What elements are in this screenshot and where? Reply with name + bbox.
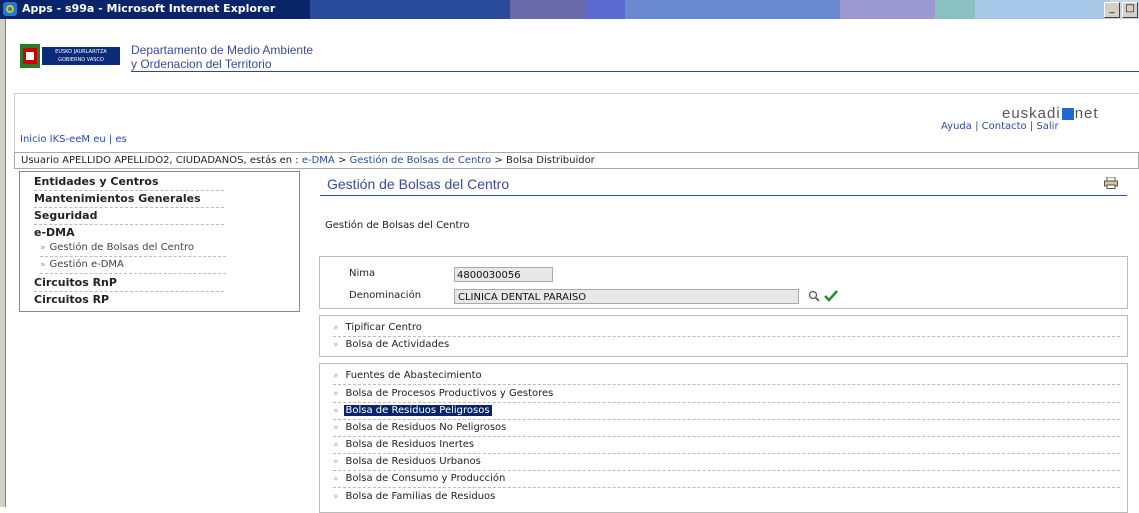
- sidebar-menu: Entidades y Centros Mantenimientos Gener…: [19, 171, 300, 312]
- gobierno-vasco-logo[interactable]: EUSKO JAURLARITZA GOBIERNO VASCO: [42, 47, 120, 65]
- sidebar-subitem-gestion-bolsas[interactable]: » Gestión de Bolsas del Centro: [40, 240, 226, 257]
- window-title: Apps - s99a - Microsoft Internet Explore…: [22, 2, 276, 15]
- link-label: Bolsa de Residuos Inertes: [345, 439, 475, 450]
- window-left-border: [0, 19, 6, 507]
- link-label: Bolsa de Residuos Urbanos: [345, 456, 481, 467]
- link-separator: |: [971, 121, 982, 132]
- chevron-right-icon: »: [333, 457, 339, 467]
- sidebar-subitem-gestion-edma[interactable]: » Gestión e-DMA: [40, 257, 226, 274]
- link-label: Bolsa de Residuos No Peligrosos: [345, 422, 507, 433]
- sidebar-item-entidades[interactable]: Entidades y Centros: [34, 174, 224, 191]
- breadcrumb-current: Bolsa Distribuidor: [505, 155, 595, 166]
- breadcrumb-link-edma[interactable]: e-DMA: [302, 155, 335, 166]
- sidebar-item-circuitos-rnp[interactable]: Circuitos RnP: [34, 275, 224, 292]
- chevron-right-icon: »: [40, 243, 46, 253]
- link-label: Bolsa de Residuos Peligrosos: [343, 405, 492, 416]
- link-label: Bolsa de Procesos Productivos y Gestores: [345, 388, 554, 399]
- top-right-links: Ayuda | Contacto | Salir: [941, 121, 1059, 132]
- sidebar-item-edma[interactable]: e-DMA: [34, 225, 224, 241]
- ie-icon: [3, 2, 17, 16]
- maximize-button[interactable]: □: [1122, 2, 1138, 18]
- chevron-right-icon: »: [333, 474, 339, 484]
- link-label: Fuentes de Abastecimiento: [345, 370, 482, 381]
- breadcrumb-separator: >: [491, 155, 506, 166]
- sidebar-item-circuitos-rp[interactable]: Circuitos RP: [34, 292, 224, 308]
- link-bolsa-familias[interactable]: » Bolsa de Familias de Residuos: [333, 489, 1120, 505]
- chevron-right-icon: »: [333, 323, 339, 333]
- sidebar-subitem-label: Gestión e-DMA: [49, 259, 124, 270]
- contacto-link[interactable]: Contacto: [982, 121, 1027, 132]
- breadcrumb-user-text: Usuario APELLIDO APELLIDO2, CIUDADANOS, …: [21, 155, 302, 166]
- chevron-right-icon: »: [333, 406, 339, 416]
- link-label: Bolsa de Familias de Residuos: [345, 491, 496, 502]
- department-name-line2: y Ordenacion del Territorio: [131, 57, 272, 71]
- chevron-right-icon: »: [333, 371, 339, 381]
- title-divider: [320, 195, 1127, 196]
- link-bolsa-residuos-peligrosos[interactable]: » Bolsa de Residuos Peligrosos: [333, 403, 1120, 420]
- nima-field[interactable]: 4800030056: [454, 267, 553, 282]
- section-subtitle: Gestión de Bolsas del Centro: [325, 220, 470, 231]
- link-separator: |: [1026, 121, 1037, 132]
- check-icon[interactable]: [824, 290, 838, 302]
- link-label: Bolsa de Consumo y Producción: [345, 473, 506, 484]
- chevron-right-icon: »: [333, 340, 339, 350]
- basque-shield-logo-icon: [20, 44, 40, 68]
- link-bolsa-residuos-urbanos[interactable]: » Bolsa de Residuos Urbanos: [333, 454, 1120, 471]
- sidebar-item-mantenimientos[interactable]: Mantenimientos Generales: [34, 191, 224, 208]
- chevron-right-icon: »: [333, 389, 339, 399]
- page-title: Gestión de Bolsas del Centro: [327, 176, 510, 192]
- minimize-button[interactable]: _: [1104, 2, 1120, 18]
- link-label: Bolsa de Actividades: [345, 339, 450, 350]
- ayuda-link[interactable]: Ayuda: [941, 121, 972, 132]
- print-icon[interactable]: [1104, 177, 1118, 189]
- link-tipificar-centro[interactable]: » Tipificar Centro: [333, 320, 1120, 337]
- sidebar-item-seguridad[interactable]: Seguridad: [34, 208, 224, 225]
- window-title-bar[interactable]: Apps - s99a - Microsoft Internet Explore…: [0, 0, 1139, 19]
- link-fuentes-abastecimiento[interactable]: » Fuentes de Abastecimiento: [333, 368, 1120, 385]
- search-icon[interactable]: [808, 290, 820, 302]
- nima-label: Nima: [349, 268, 376, 279]
- link-bolsa-residuos-inertes[interactable]: » Bolsa de Residuos Inertes: [333, 437, 1120, 454]
- link-bolsa-actividades[interactable]: » Bolsa de Actividades: [333, 337, 1120, 353]
- breadcrumb-link-gestion-bolsas[interactable]: Gestión de Bolsas de Centro: [350, 155, 492, 166]
- chevron-right-icon: »: [333, 440, 339, 450]
- link-bolsa-procesos[interactable]: » Bolsa de Procesos Productivos y Gestore…: [333, 386, 1120, 403]
- link-bolsa-consumo[interactable]: » Bolsa de Consumo y Producción: [333, 471, 1120, 488]
- department-name-line1: Departamento de Medio Ambiente: [131, 43, 314, 57]
- breadcrumb-separator: >: [334, 155, 350, 166]
- header-divider: [131, 71, 1139, 72]
- salir-link[interactable]: Salir: [1036, 121, 1058, 132]
- breadcrumb: Usuario APELLIDO APELLIDO2, CIUDADANOS, …: [14, 152, 1139, 169]
- sidebar-subitem-label: Gestión de Bolsas del Centro: [49, 242, 194, 253]
- link-bolsa-residuos-no-peligrosos[interactable]: » Bolsa de Residuos No Peligrosos: [333, 420, 1120, 437]
- chevron-right-icon: »: [40, 260, 46, 270]
- link-label: Tipificar Centro: [345, 322, 422, 333]
- inicio-language-link[interactable]: Inicio IKS-eeM eu | es: [20, 134, 127, 145]
- denominacion-label: Denominación: [349, 290, 422, 301]
- chevron-right-icon: »: [333, 492, 339, 502]
- chevron-right-icon: »: [333, 423, 339, 433]
- denominacion-field[interactable]: CLINICA DENTAL PARAISO: [454, 289, 799, 304]
